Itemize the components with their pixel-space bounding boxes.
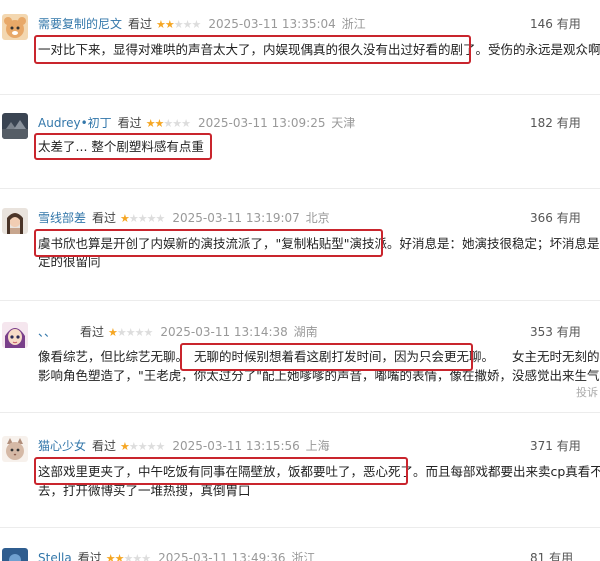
review-meta: 猫心少女 看过 ★★★★★ 2025-03-11 13:15:56 上海 xyxy=(38,438,330,454)
username-link[interactable]: 需要复制的尼文 xyxy=(38,17,122,31)
anime-avatar-icon xyxy=(2,322,28,348)
timestamp: 2025-03-11 13:14:38 xyxy=(160,325,288,339)
review-text-line: 像看综艺，但比综艺无聊。 无聊的时候别想着看这剧打发时间，因为只会更无聊。 女主无时… xyxy=(38,349,600,364)
useful-label: 有用 xyxy=(556,116,581,130)
watched-label: 看过 xyxy=(80,325,105,339)
useful-vote[interactable]: 353 有用 xyxy=(530,324,600,340)
watched-label: 看过 xyxy=(128,17,153,31)
username-link[interactable]: 、、 xyxy=(38,325,56,339)
useful-label: 有用 xyxy=(556,211,581,225)
review-text: 一对比下来，显得对难哄的声音太大了，内娱现偶真的很久没有出过好看的剧了。受伤的永… xyxy=(38,42,600,57)
rating-stars: ★★★★★ xyxy=(120,440,165,453)
timestamp: 2025-03-11 13:15:56 xyxy=(172,439,300,453)
review-text: 太差了... 整个剧塑料感有点重 xyxy=(38,139,204,154)
location: 浙江 xyxy=(291,551,316,561)
divider xyxy=(0,94,600,95)
username-link[interactable]: 猫心少女 xyxy=(38,439,86,453)
review-meta: Stella 看过 ★★★★★ 2025-03-11 13:49:36 浙江 xyxy=(38,550,315,561)
timestamp: 2025-03-11 13:19:07 xyxy=(172,211,300,225)
divider xyxy=(0,188,600,189)
cat-avatar-icon xyxy=(2,436,28,462)
rating-stars: ★★★★★ xyxy=(108,326,153,339)
useful-label: 有用 xyxy=(549,551,574,561)
bear-avatar-icon xyxy=(2,14,28,40)
divider xyxy=(0,527,600,528)
useful-vote[interactable]: 81 有用 xyxy=(530,550,600,561)
watched-label: 看过 xyxy=(117,116,142,130)
review-text: 这部戏里更夹了，中午吃饭有同事在隔壁放，饭都要吐了，恶心死了。而且每部戏都要出来… xyxy=(38,464,600,479)
avatar[interactable] xyxy=(2,322,28,348)
rating-stars: ★★★★★ xyxy=(156,18,201,31)
blue-avatar-icon xyxy=(2,548,28,561)
rating-stars: ★★★★★ xyxy=(145,117,191,130)
useful-vote[interactable]: 146 有用 xyxy=(530,16,600,32)
review-text-continued: 去，打开微博买了一堆热搜，真倒胃口 xyxy=(38,483,251,498)
divider xyxy=(0,412,600,413)
useful-count: 366 xyxy=(530,211,553,225)
timestamp: 2025-03-11 13:09:25 xyxy=(198,116,326,130)
useful-label: 有用 xyxy=(556,439,581,453)
username-link[interactable]: 雪线部差 xyxy=(38,211,86,225)
avatar[interactable] xyxy=(2,14,28,40)
watched-label: 看过 xyxy=(77,551,102,561)
timestamp: 2025-03-11 13:49:36 xyxy=(158,551,286,561)
portrait-avatar-icon xyxy=(2,208,28,234)
review-meta: 、、 看过 ★★★★★ 2025-03-11 13:14:38 湖南 xyxy=(38,324,318,340)
location: 浙江 xyxy=(341,17,366,31)
useful-label: 有用 xyxy=(556,325,581,339)
review-meta: 需要复制的尼文 看过 ★★★★★ 2025-03-11 13:35:04 浙江 xyxy=(38,16,366,32)
report-link[interactable]: 投诉 xyxy=(576,384,598,400)
useful-count: 371 xyxy=(530,439,553,453)
useful-vote[interactable]: 366 有用 xyxy=(530,210,600,226)
useful-vote[interactable]: 371 有用 xyxy=(530,438,600,454)
avatar[interactable] xyxy=(2,113,28,139)
useful-count: 146 xyxy=(530,17,553,31)
landscape-avatar-icon xyxy=(2,113,28,139)
divider xyxy=(0,300,600,301)
avatar[interactable] xyxy=(2,208,28,234)
rating-stars: ★★★★★ xyxy=(120,212,165,225)
useful-count: 353 xyxy=(530,325,553,339)
username-link[interactable]: Audrey•初丁 xyxy=(38,116,112,130)
review-text-continued: 定的很留同 xyxy=(38,254,101,269)
username-link[interactable]: Stella xyxy=(38,551,72,561)
location: 北京 xyxy=(305,211,330,225)
watched-label: 看过 xyxy=(92,439,117,453)
review-meta: Audrey•初丁 看过 ★★★★★ 2025-03-11 13:09:25 天津 xyxy=(38,115,355,131)
location: 天津 xyxy=(331,116,356,130)
timestamp: 2025-03-11 13:35:04 xyxy=(208,17,336,31)
review-text-continued: 影响角色塑造了，"王老虎，你太过分了"配上她嗲嗲的声音，嘟嘴的表情，像在撒娇，没… xyxy=(38,368,600,383)
avatar[interactable] xyxy=(2,436,28,462)
useful-vote[interactable]: 182 有用 xyxy=(530,115,600,131)
review-text: 虞书欣也算是开创了内娱新的演技流派了，"复制粘贴型"演技派。好消息是：她演技很稳… xyxy=(38,236,600,251)
watched-label: 看过 xyxy=(92,211,117,225)
useful-count: 182 xyxy=(530,116,553,130)
location: 湖南 xyxy=(293,325,318,339)
avatar[interactable] xyxy=(2,548,28,561)
review-meta: 雪线部差 看过 ★★★★★ 2025-03-11 13:19:07 北京 xyxy=(38,210,330,226)
location: 上海 xyxy=(305,439,330,453)
useful-count: 81 xyxy=(530,551,546,561)
rating-stars: ★★★★★ xyxy=(105,552,151,561)
useful-label: 有用 xyxy=(556,17,581,31)
review-list: 需要复制的尼文 看过 ★★★★★ 2025-03-11 13:35:04 浙江 146… xyxy=(0,0,600,561)
